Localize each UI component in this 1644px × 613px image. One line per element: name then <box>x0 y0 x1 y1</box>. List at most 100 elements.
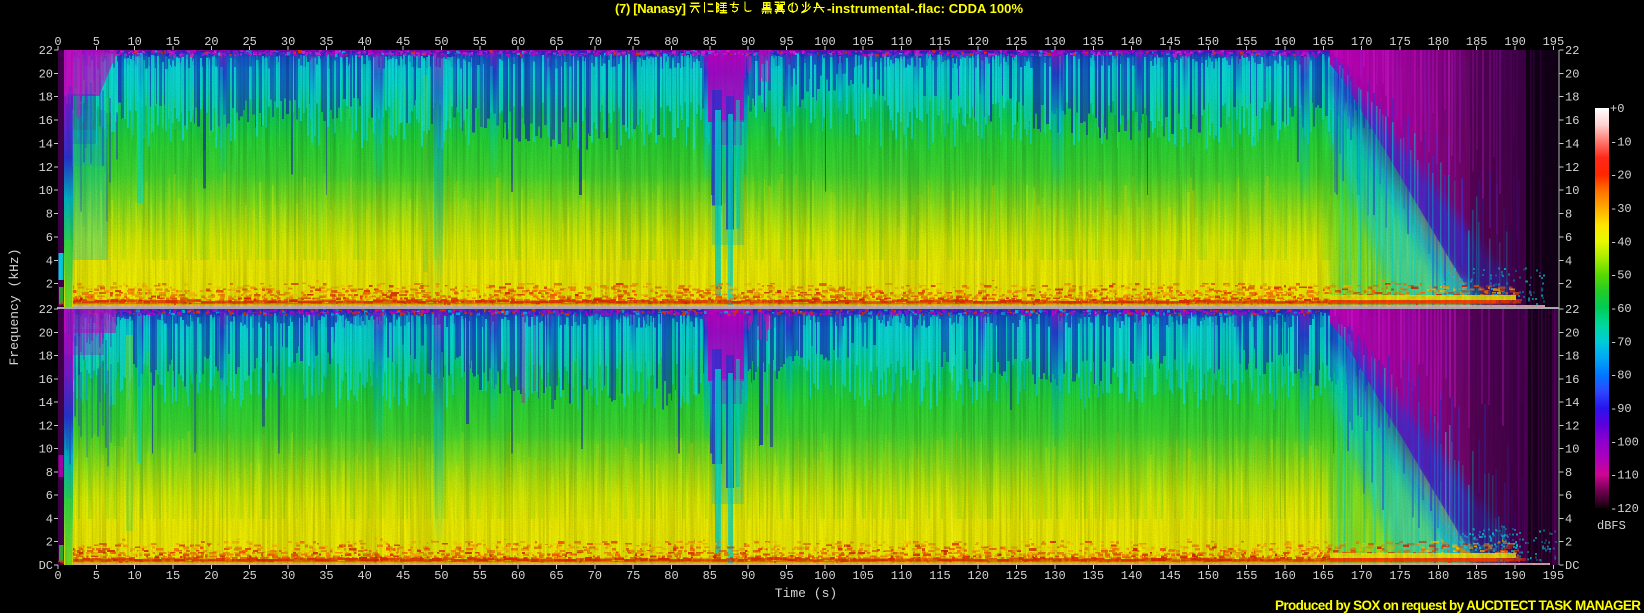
svg-text:14: 14 <box>1565 396 1579 410</box>
svg-text:85: 85 <box>703 569 717 583</box>
svg-text:85: 85 <box>703 35 717 49</box>
svg-text:10: 10 <box>1565 443 1579 457</box>
svg-text:16: 16 <box>1565 114 1579 128</box>
svg-text:25: 25 <box>242 35 256 49</box>
svg-text:50: 50 <box>434 35 448 49</box>
svg-text:110: 110 <box>891 569 913 583</box>
svg-text:145: 145 <box>1159 35 1181 49</box>
svg-text:Produced by SOX on request by: Produced by SOX on request by AUCDTECT T… <box>1275 598 1641 613</box>
svg-text:155: 155 <box>1236 35 1258 49</box>
svg-text:160: 160 <box>1274 35 1296 49</box>
svg-text:6: 6 <box>1565 231 1572 245</box>
svg-text:70: 70 <box>588 35 602 49</box>
svg-text:175: 175 <box>1389 569 1411 583</box>
svg-text:185: 185 <box>1466 569 1488 583</box>
svg-text:12: 12 <box>1565 419 1579 433</box>
svg-text:22: 22 <box>1565 303 1579 317</box>
svg-text:-10: -10 <box>1610 135 1632 149</box>
svg-text:60: 60 <box>511 35 525 49</box>
svg-text:45: 45 <box>396 569 410 583</box>
svg-text:180: 180 <box>1428 569 1450 583</box>
svg-text:35: 35 <box>319 35 333 49</box>
svg-text:-30: -30 <box>1610 202 1632 216</box>
svg-text:-110: -110 <box>1610 469 1639 483</box>
svg-text:2: 2 <box>1565 536 1572 550</box>
svg-text:18: 18 <box>39 350 53 364</box>
svg-text:2: 2 <box>46 536 53 550</box>
svg-text:10: 10 <box>1565 184 1579 198</box>
svg-text:8: 8 <box>1565 466 1572 480</box>
svg-text:40: 40 <box>357 35 371 49</box>
svg-text:125: 125 <box>1006 35 1028 49</box>
svg-text:20: 20 <box>39 326 53 340</box>
svg-text:-90: -90 <box>1610 402 1632 416</box>
svg-text:165: 165 <box>1312 35 1334 49</box>
svg-text:65: 65 <box>549 569 563 583</box>
svg-text:10: 10 <box>39 443 53 457</box>
svg-text:115: 115 <box>929 569 951 583</box>
svg-text:100: 100 <box>814 35 836 49</box>
svg-text:-40: -40 <box>1610 235 1632 249</box>
svg-text:22: 22 <box>39 44 53 58</box>
svg-text:95: 95 <box>779 35 793 49</box>
svg-text:130: 130 <box>1044 35 1066 49</box>
svg-text:50: 50 <box>434 569 448 583</box>
svg-text:20: 20 <box>204 569 218 583</box>
svg-text:18: 18 <box>1565 350 1579 364</box>
svg-text:70: 70 <box>588 569 602 583</box>
svg-text:-70: -70 <box>1610 335 1632 349</box>
svg-text:6: 6 <box>46 489 53 503</box>
svg-text:175: 175 <box>1389 35 1411 49</box>
svg-text:dBFS: dBFS <box>1597 519 1626 533</box>
svg-text:20: 20 <box>39 67 53 81</box>
svg-text:22: 22 <box>1565 44 1579 58</box>
svg-text:100: 100 <box>814 569 836 583</box>
svg-text:20: 20 <box>1565 67 1579 81</box>
svg-text:14: 14 <box>39 138 53 152</box>
svg-text:16: 16 <box>39 373 53 387</box>
svg-text:65: 65 <box>549 35 563 49</box>
svg-text:75: 75 <box>626 569 640 583</box>
svg-text:30: 30 <box>281 35 295 49</box>
svg-text:170: 170 <box>1351 35 1373 49</box>
svg-text:4: 4 <box>46 254 53 268</box>
svg-text:30: 30 <box>281 569 295 583</box>
svg-text:0: 0 <box>54 569 61 583</box>
svg-text:120: 120 <box>967 569 989 583</box>
svg-text:10: 10 <box>39 184 53 198</box>
svg-text:150: 150 <box>1197 35 1219 49</box>
svg-text:-50: -50 <box>1610 269 1632 283</box>
svg-text:190: 190 <box>1504 35 1526 49</box>
svg-text:90: 90 <box>741 35 755 49</box>
svg-text:-80: -80 <box>1610 369 1632 383</box>
svg-text:20: 20 <box>1565 326 1579 340</box>
svg-text:-60: -60 <box>1610 302 1632 316</box>
svg-text:14: 14 <box>39 396 53 410</box>
svg-text:15: 15 <box>166 35 180 49</box>
svg-text:16: 16 <box>39 114 53 128</box>
svg-text:140: 140 <box>1121 35 1143 49</box>
svg-text:8: 8 <box>46 208 53 222</box>
svg-text:2: 2 <box>46 278 53 292</box>
svg-text:22: 22 <box>39 303 53 317</box>
svg-text:DC: DC <box>39 559 53 573</box>
svg-text:25: 25 <box>242 569 256 583</box>
svg-text:(7) [Nanasy]: (7) [Nanasy] <box>615 1 686 16</box>
svg-text:115: 115 <box>929 35 951 49</box>
svg-text:6: 6 <box>1565 489 1572 503</box>
svg-text:10: 10 <box>127 569 141 583</box>
svg-text:130: 130 <box>1044 569 1066 583</box>
svg-text:4: 4 <box>1565 254 1572 268</box>
svg-text:110: 110 <box>891 35 913 49</box>
svg-text:135: 135 <box>1082 569 1104 583</box>
svg-text:4: 4 <box>46 512 53 526</box>
svg-text:-120: -120 <box>1610 502 1639 516</box>
svg-text:150: 150 <box>1197 569 1219 583</box>
svg-text:145: 145 <box>1159 569 1181 583</box>
svg-text:55: 55 <box>473 569 487 583</box>
svg-text:60: 60 <box>511 569 525 583</box>
svg-text:15: 15 <box>166 569 180 583</box>
svg-text:Time (s): Time (s) <box>775 586 837 601</box>
svg-text:0: 0 <box>54 35 61 49</box>
svg-text:195: 195 <box>1543 569 1565 583</box>
